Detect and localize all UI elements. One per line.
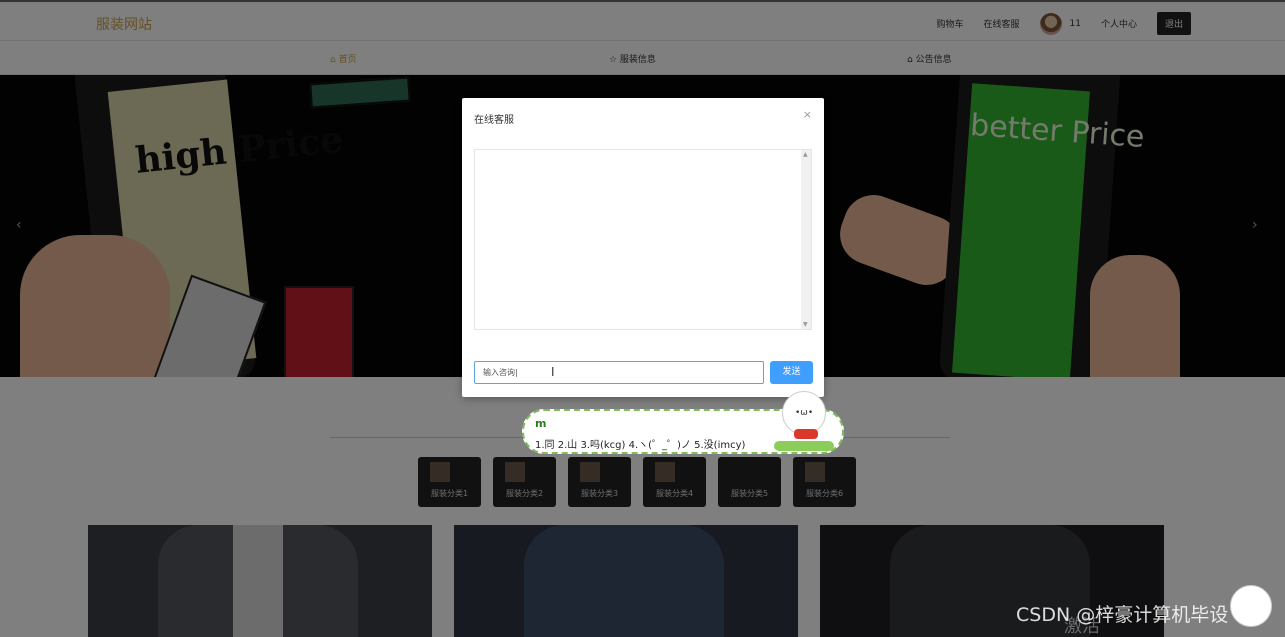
ime-candidate-popup: m 1.同 2.山 3.吗(kcg) 4.ヽ(゜_゜)ノ 5.没(imcy) •… [522, 391, 844, 454]
close-icon[interactable]: × [803, 108, 812, 121]
ime-grass-decoration [774, 441, 834, 451]
scroll-down-icon[interactable]: ▼ [803, 321, 808, 328]
ime-composition: m [535, 417, 547, 430]
chat-scrollbar[interactable]: ▲ ▼ [801, 150, 811, 329]
corner-mascot-icon [1230, 585, 1272, 627]
chat-input[interactable] [474, 361, 764, 384]
text-cursor-icon: I [551, 365, 555, 379]
chat-history[interactable]: ▲ ▼ [474, 149, 812, 330]
send-button[interactable]: 发送 [770, 361, 813, 384]
ime-mascot-scarf [794, 429, 818, 439]
csdn-watermark: CSDN @梓豪计算机毕设 [1016, 604, 1229, 626]
ime-candidates[interactable]: 1.同 2.山 3.吗(kcg) 4.ヽ(゜_゜)ノ 5.没(imcy) [535, 436, 745, 451]
scroll-up-icon[interactable]: ▲ [803, 151, 808, 158]
dialog-title: 在线客服 [474, 115, 514, 126]
chat-dialog: 在线客服 × ▲ ▼ I 发送 [462, 98, 824, 397]
